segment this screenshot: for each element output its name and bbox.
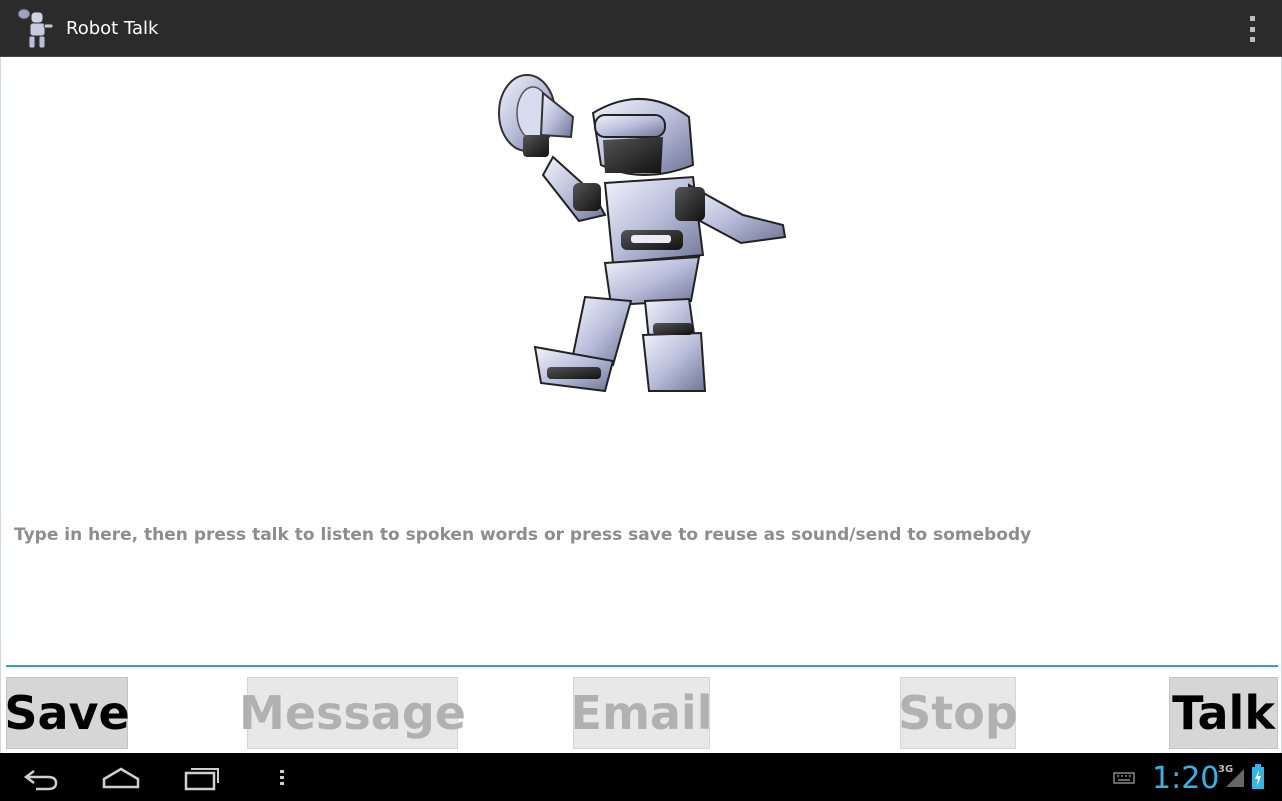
main-content: Save Message Email Stop Talk	[0, 57, 1282, 753]
battery-charging-icon	[1252, 764, 1264, 789]
email-button[interactable]: Email	[571, 677, 712, 749]
robot-illustration	[498, 74, 787, 393]
save-button[interactable]: Save	[4, 677, 130, 749]
talk-button[interactable]: Talk	[1169, 677, 1278, 749]
stop-button[interactable]: Stop	[898, 677, 1018, 749]
recent-apps-icon[interactable]	[182, 761, 222, 793]
message-text-input[interactable]	[6, 517, 1278, 667]
menu-icon[interactable]	[274, 761, 290, 793]
keyboard-icon	[1113, 772, 1135, 784]
back-icon[interactable]	[22, 761, 62, 793]
home-icon[interactable]	[100, 761, 142, 793]
message-button[interactable]: Message	[239, 677, 466, 749]
action-bar: Robot Talk	[0, 0, 1282, 57]
signal-icon	[1226, 769, 1244, 787]
overflow-menu-icon[interactable]	[1246, 16, 1258, 42]
robot-megaphone-icon[interactable]	[14, 4, 58, 52]
app-title: Robot Talk	[66, 18, 159, 39]
status-clock: 1:20	[1152, 761, 1220, 796]
system-navigation-bar: 1:20 3G	[0, 753, 1282, 801]
